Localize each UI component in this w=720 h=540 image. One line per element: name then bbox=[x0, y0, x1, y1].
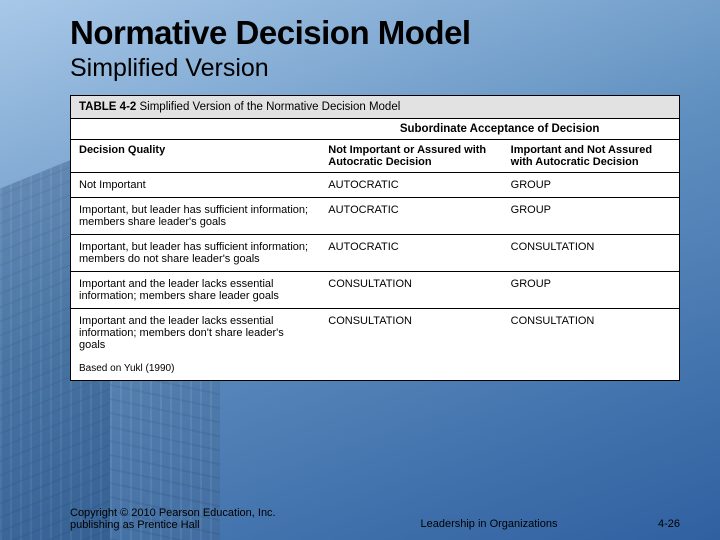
table-caption-bar: TABLE 4-2 Simplified Version of the Norm… bbox=[71, 96, 679, 119]
th-col2: Not Important or Assured with Autocratic… bbox=[320, 140, 502, 173]
cell-col2: AUTOCRATIC bbox=[320, 173, 502, 198]
th-col3: Important and Not Assured with Autocrati… bbox=[503, 140, 679, 173]
cell-col3: CONSULTATION bbox=[503, 235, 679, 272]
table-row: Important, but leader has sufficient inf… bbox=[71, 198, 679, 235]
table-label: TABLE 4-2 bbox=[79, 101, 136, 113]
table-source: Based on Yukl (1990) bbox=[71, 357, 679, 380]
slide-content: Normative Decision Model Simplified Vers… bbox=[0, 0, 720, 381]
table-caption: Simplified Version of the Normative Deci… bbox=[140, 101, 401, 113]
slide: Normative Decision Model Simplified Vers… bbox=[0, 0, 720, 540]
cell-quality: Important and the leader lacks essential… bbox=[71, 309, 320, 358]
table-row: Important, but leader has sufficient inf… bbox=[71, 235, 679, 272]
cell-quality: Important, but leader has sufficient inf… bbox=[71, 198, 320, 235]
cell-col2: CONSULTATION bbox=[320, 272, 502, 309]
th-decision-quality: Decision Quality bbox=[71, 140, 320, 173]
cell-col2: AUTOCRATIC bbox=[320, 198, 502, 235]
cell-col3: GROUP bbox=[503, 198, 679, 235]
footer-copyright: Copyright © 2010 Pearson Education, Inc.… bbox=[70, 507, 320, 532]
table-box: TABLE 4-2 Simplified Version of the Norm… bbox=[70, 95, 680, 381]
cell-col3: GROUP bbox=[503, 272, 679, 309]
slide-subtitle: Simplified Version bbox=[70, 54, 692, 83]
footer-pagenum: 4-26 bbox=[658, 518, 680, 532]
cell-col3: CONSULTATION bbox=[503, 309, 679, 358]
cell-quality: Not Important bbox=[71, 173, 320, 198]
slide-footer: Copyright © 2010 Pearson Education, Inc.… bbox=[0, 507, 720, 532]
decision-table: Subordinate Acceptance of Decision Decis… bbox=[71, 119, 679, 357]
th-super-header: Subordinate Acceptance of Decision bbox=[320, 119, 679, 140]
slide-title: Normative Decision Model bbox=[70, 14, 692, 52]
cell-quality: Important and the leader lacks essential… bbox=[71, 272, 320, 309]
cell-col3: GROUP bbox=[503, 173, 679, 198]
cell-quality: Important, but leader has sufficient inf… bbox=[71, 235, 320, 272]
th-empty bbox=[71, 119, 320, 140]
cell-col2: CONSULTATION bbox=[320, 309, 502, 358]
footer-center: Leadership in Organizations bbox=[320, 518, 658, 532]
table-row: Important and the leader lacks essential… bbox=[71, 309, 679, 358]
table-row: Not Important AUTOCRATIC GROUP bbox=[71, 173, 679, 198]
table-row: Important and the leader lacks essential… bbox=[71, 272, 679, 309]
cell-col2: AUTOCRATIC bbox=[320, 235, 502, 272]
